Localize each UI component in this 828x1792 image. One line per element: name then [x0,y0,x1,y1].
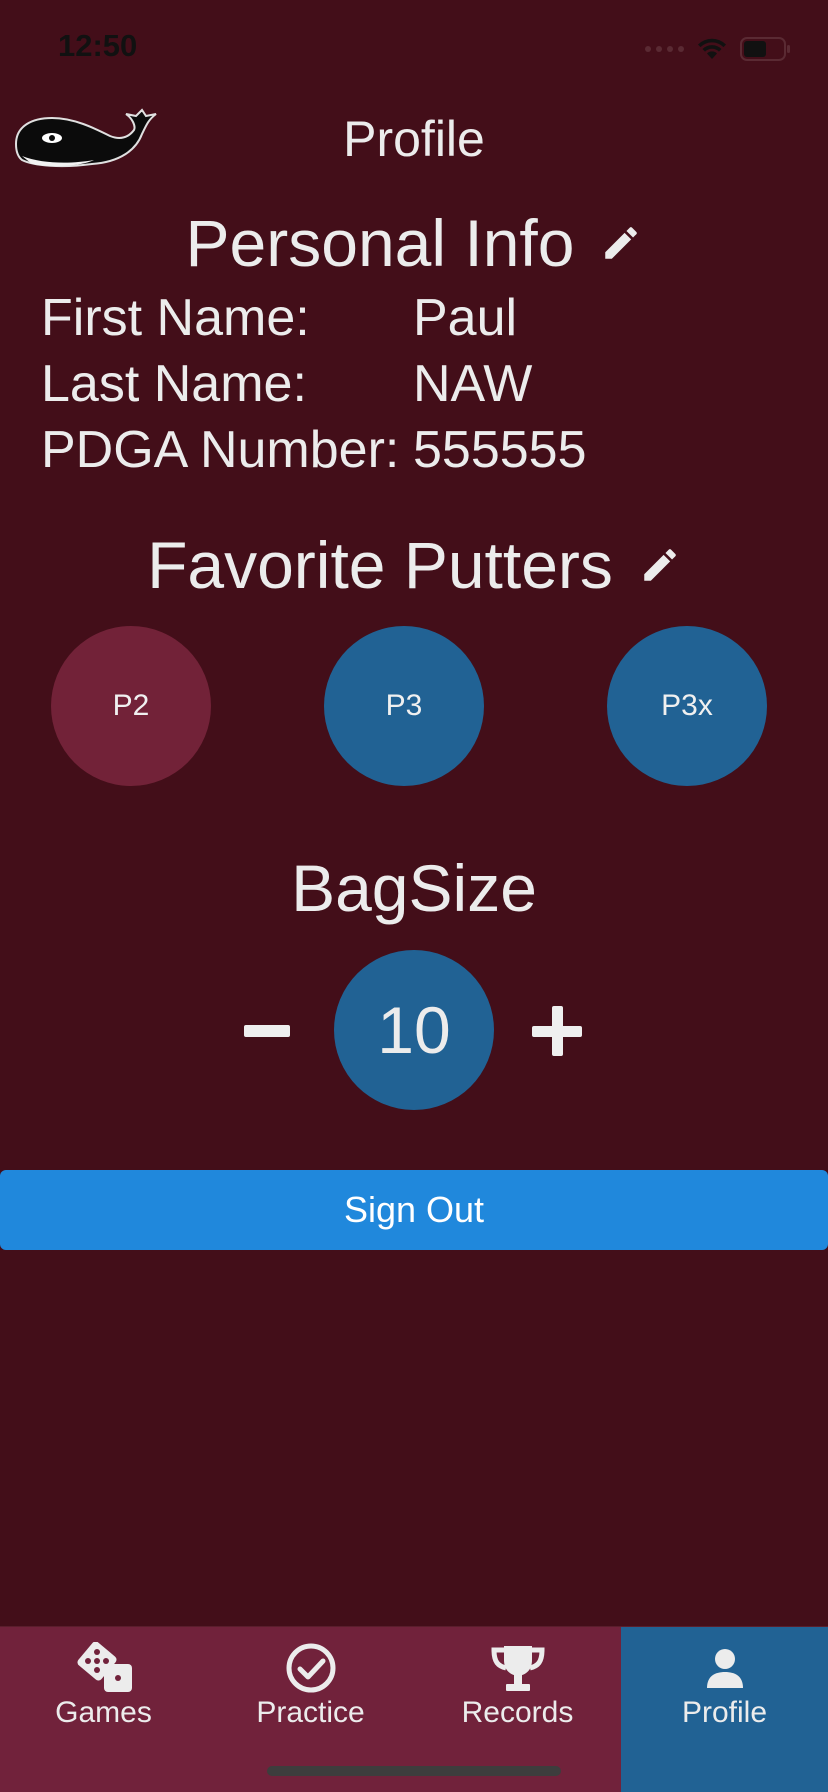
bag-size-title: BagSize [291,851,537,925]
increase-bag-size-button[interactable] [532,1006,582,1056]
personal-info-title: Personal Info [185,206,575,280]
page-title: Profile [343,111,485,167]
first-name-value: Paul [413,289,518,347]
first-name-label: First Name: [41,289,310,347]
pdga-number-row: PDGA Number: 555555 [41,420,587,480]
home-indicator[interactable] [267,1766,561,1776]
tab-profile[interactable]: Profile [621,1627,828,1792]
sign-out-button[interactable]: Sign Out [0,1170,828,1250]
dice-icon [72,1642,136,1694]
putter-button-p3x[interactable]: P3x [607,626,767,786]
status-icons [645,34,792,64]
pdga-number-value: 555555 [413,421,587,479]
edit-personal-info-icon[interactable] [600,222,642,264]
favorite-putters-heading: Favorite Putters [0,527,828,603]
status-time: 12:50 [58,28,138,63]
tab-games-label: Games [55,1696,152,1729]
tab-games[interactable]: Games [0,1627,207,1792]
battery-icon [740,36,792,62]
tab-practice-label: Practice [256,1696,365,1729]
user-icon [693,1642,757,1694]
minus-icon [244,1025,290,1037]
favorite-putters-title: Favorite Putters [147,528,613,602]
pdga-number-label: PDGA Number: [41,421,400,479]
putter-button-p2[interactable]: P2 [51,626,211,786]
last-name-row: Last Name: NAW [41,354,532,414]
putter-button-p3[interactable]: P3 [324,626,484,786]
cellular-signal-icon [645,46,684,52]
edit-putters-icon[interactable] [639,544,681,586]
personal-info-heading: Personal Info [0,205,828,281]
trophy-icon [486,1642,550,1694]
decrease-bag-size-button[interactable] [240,1005,294,1049]
wifi-icon [698,38,726,59]
check-circle-icon [279,1642,343,1694]
tab-profile-label: Profile [681,1696,768,1729]
last-name-label: Last Name: [41,355,307,413]
first-name-row: First Name: Paul [41,288,517,348]
profile-screen: 12:50 Profile Personal Info First Name: … [0,0,828,1792]
bag-size-value: 10 [334,950,494,1110]
last-name-value: NAW [413,355,533,413]
tab-records-label: Records [461,1696,574,1729]
